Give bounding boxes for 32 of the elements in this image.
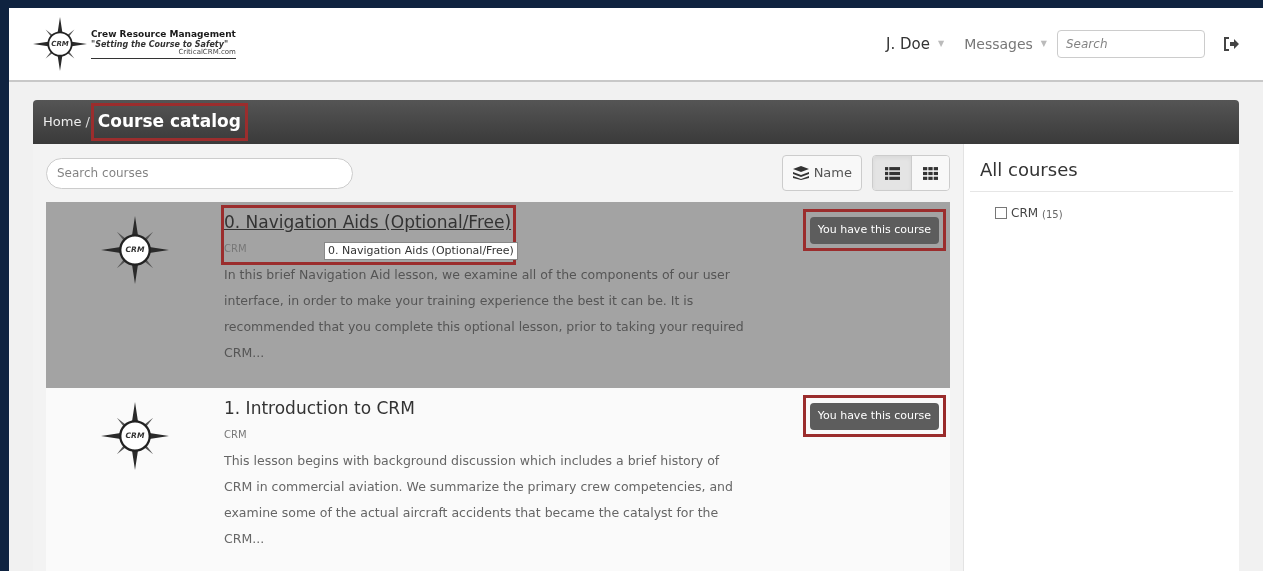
breadcrumb-separator: / — [85, 113, 90, 132]
course-search-field[interactable]: Search courses — [46, 157, 353, 189]
course-category: CRM — [224, 428, 247, 442]
list-icon — [884, 166, 900, 180]
course-summary: In this brief Navigation Aid lesson, we examine all of the components of our user interface, in order to make your training experience the best it can be. It is recommended that you complete this optional lesson, prior to taking your required CRM... — [224, 266, 744, 362]
sort-button[interactable]: Name — [781, 155, 862, 191]
logo-title: Crew Resource Management — [91, 29, 236, 39]
course-summary: This lesson begins with background discussion which includes a brief history of CRM in commercial aviation. We summarize the primary crew competencies, and examine some of the actual aircraft accidents that became the catalyst for the CRM... — [224, 452, 734, 548]
course-row[interactable] — [46, 202, 950, 388]
user-menu[interactable]: J. Doe ▼ — [886, 32, 945, 56]
breadcrumb-link[interactable]: Home — [43, 112, 82, 132]
course-title-link[interactable]: 1. Introduction to CRM — [224, 394, 415, 422]
tooltip: 0. Navigation Aids (Optional/Free) — [324, 241, 518, 260]
logout-icon[interactable] — [1223, 36, 1239, 52]
sidebar-title: All courses — [970, 156, 1233, 192]
layers-icon — [791, 166, 810, 180]
search-field[interactable]: Search — [1057, 30, 1205, 58]
checkbox[interactable] — [995, 207, 1007, 219]
grid-icon — [923, 166, 938, 180]
filter-count: (15) — [1042, 207, 1063, 222]
messages-menu[interactable]: Messages ▼ — [964, 33, 1047, 55]
status-button[interactable]: You have this course — [809, 217, 939, 244]
caret-icon: ▼ — [1040, 38, 1047, 50]
filter-label[interactable]: CRM — [1011, 204, 1039, 222]
grid-view-button[interactable] — [911, 156, 949, 190]
course-title-link[interactable]: 0. Navigation Aids (Optional/Free) — [224, 208, 512, 236]
list-view-button[interactable] — [873, 156, 911, 190]
logo-tagline: "Setting the Course to Safety" — [91, 40, 229, 49]
status-button[interactable]: You have this course — [809, 403, 939, 430]
caret-icon: ▼ — [938, 38, 945, 50]
page-title: Course catalog — [93, 106, 245, 138]
course-row[interactable] — [46, 388, 950, 571]
